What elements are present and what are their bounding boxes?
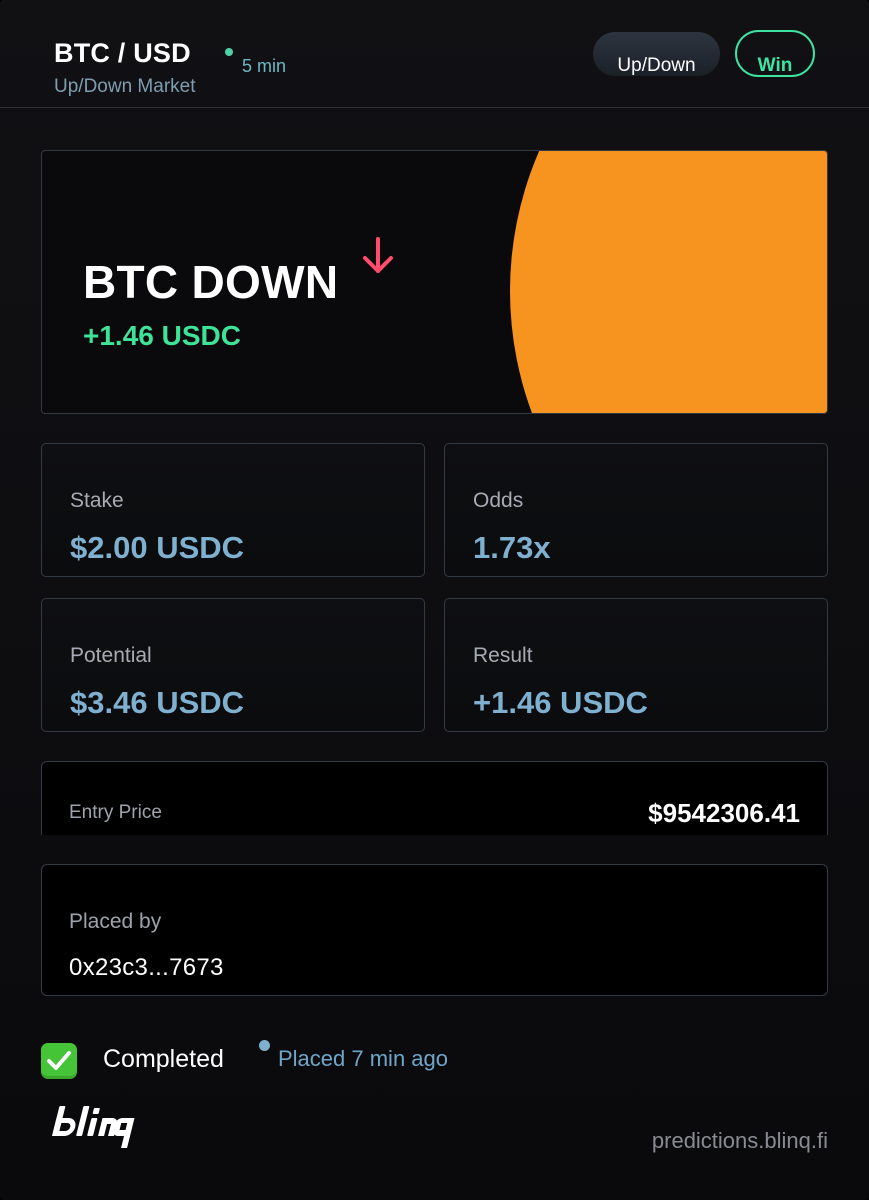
outcome-badge: Win [735, 30, 815, 77]
potential-label: Potential [70, 644, 152, 667]
entry-price-row: Entry Price $9542306.41 [41, 761, 828, 835]
arrow-down-icon [363, 237, 393, 273]
result-card: Result +1.46 USDC [444, 598, 828, 732]
pair-title: BTC / USD [54, 38, 191, 68]
market-type: Up/Down Market [54, 76, 196, 97]
entry-price-label: Entry Price [69, 802, 162, 823]
wallet-address[interactable]: 0x23c3...7673 [69, 954, 224, 982]
bitcoin-disc-graphic [510, 151, 827, 413]
position-title: BTC DOWN [83, 256, 339, 308]
potential-card: Potential $3.46 USDC [41, 598, 425, 732]
result-value: +1.46 USDC [473, 685, 648, 720]
odds-value: 1.73x [473, 530, 551, 565]
live-dot-icon [225, 48, 233, 56]
market-mode-tab[interactable]: Up/Down [593, 32, 720, 76]
interval-label: 5 min [242, 56, 287, 76]
entry-price-value: $9542306.41 [648, 798, 800, 828]
stake-card: Stake $2.00 USDC [41, 443, 425, 577]
stake-label: Stake [70, 489, 124, 512]
placed-by-label: Placed by [69, 910, 162, 933]
odds-card: Odds 1.73x [444, 443, 828, 577]
result-hero: BTC DOWN +1.46 USDC [41, 150, 828, 414]
stake-value: $2.00 USDC [70, 530, 245, 565]
status-dot-icon [259, 1040, 270, 1051]
prediction-card: BTC / USD Up/Down Market 5 min Up/Down W… [0, 0, 869, 1200]
gain-amount: +1.46 USDC [83, 320, 241, 351]
placed-by-card: Placed by 0x23c3...7673 [41, 864, 828, 996]
svg-text:blinq: blinq [50, 1104, 53, 1105]
placed-time: Placed 7 min ago [278, 1046, 448, 1071]
header: BTC / USD Up/Down Market 5 min Up/Down W… [0, 0, 869, 108]
site-url[interactable]: predictions.blinq.fi [652, 1128, 828, 1154]
odds-label: Odds [473, 489, 524, 512]
blinq-logo: blinq [50, 1104, 135, 1148]
checkmark-icon [41, 1043, 77, 1079]
potential-value: $3.46 USDC [70, 685, 245, 720]
result-label: Result [473, 644, 533, 667]
status-label: Completed [103, 1045, 224, 1073]
